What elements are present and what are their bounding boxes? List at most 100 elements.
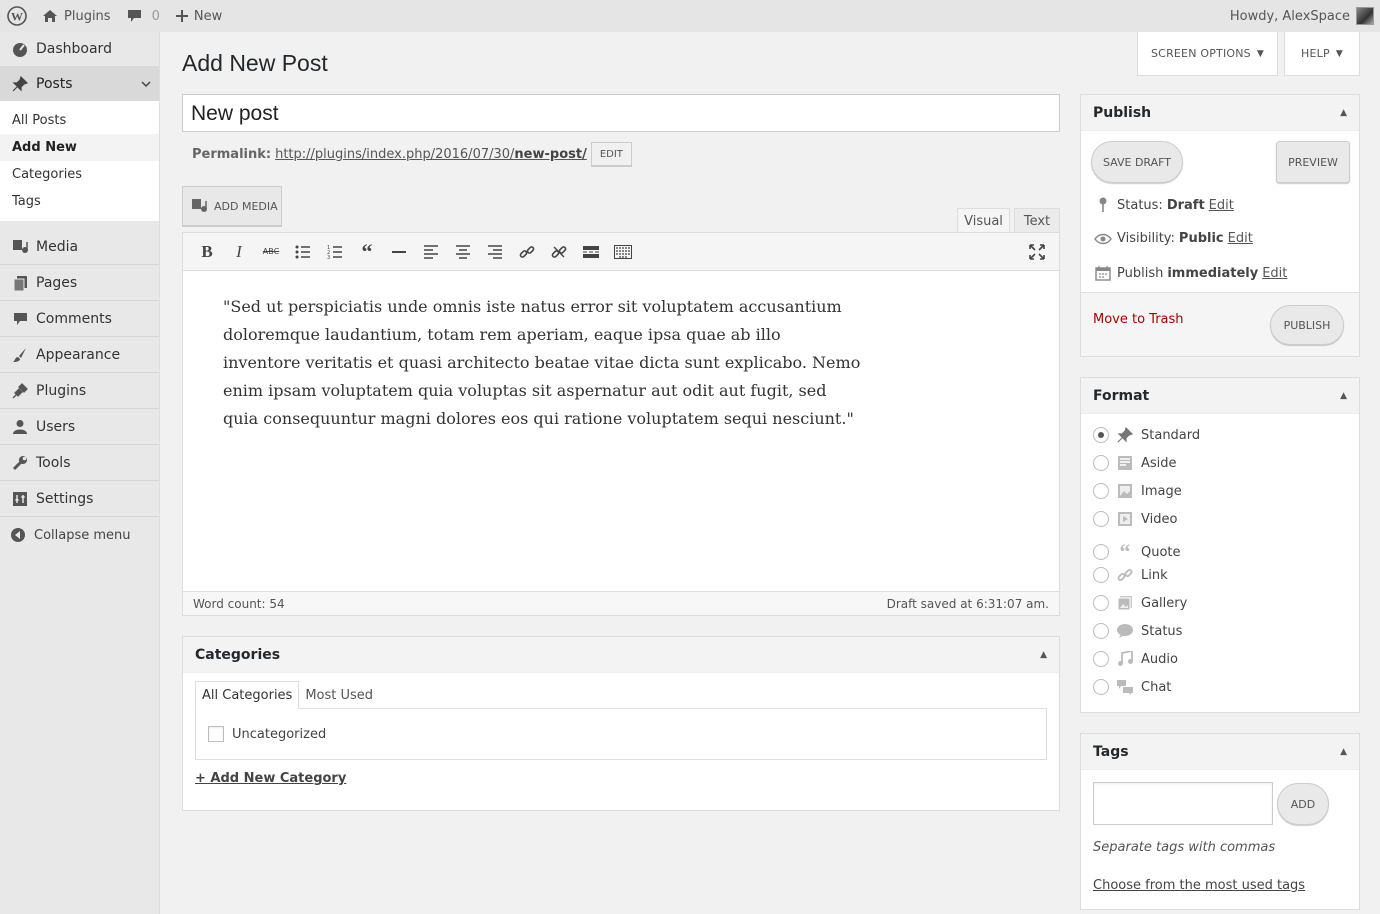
wordpress-logo-icon[interactable]: W: [0, 0, 34, 32]
format-radio[interactable]: [1093, 567, 1109, 583]
tag-cloud-link[interactable]: Choose from the most used tags: [1093, 878, 1305, 893]
horizontal-line-icon[interactable]: [383, 237, 415, 267]
add-media-button[interactable]: ADD MEDIA: [182, 186, 282, 226]
post-editor: B I ABC 123 “ "Sed ut perspiciatis unde …: [182, 232, 1060, 616]
submenu-categories[interactable]: Categories: [0, 161, 159, 188]
calendar-icon: [1093, 265, 1113, 281]
tab-most-used[interactable]: Most Used: [299, 681, 379, 709]
format-option-chat[interactable]: Chat: [1093, 679, 1171, 695]
format-option-audio[interactable]: Audio: [1093, 651, 1178, 667]
menu-users[interactable]: Users: [0, 409, 159, 444]
status-label: Status:: [1117, 197, 1163, 213]
submenu-add-new[interactable]: Add New: [0, 134, 159, 161]
word-count: Word count: 54: [193, 596, 285, 611]
menu-appearance[interactable]: Appearance: [0, 337, 159, 372]
format-radio[interactable]: [1093, 679, 1109, 695]
edit-timestamp-link[interactable]: Edit: [1262, 266, 1287, 281]
comment-icon: [127, 9, 142, 23]
tab-text[interactable]: Text: [1014, 208, 1060, 233]
save-draft-button[interactable]: SAVE DRAFT: [1091, 141, 1183, 183]
preview-button[interactable]: PREVIEW: [1276, 141, 1350, 183]
tag-input[interactable]: [1093, 782, 1273, 825]
format-radio[interactable]: [1093, 455, 1109, 471]
edit-visibility-link[interactable]: Edit: [1228, 231, 1253, 246]
collapse-label: Collapse menu: [34, 527, 131, 543]
format-option-aside[interactable]: Aside: [1093, 455, 1177, 471]
caret-up-icon[interactable]: ▲: [1040, 650, 1047, 660]
unlink-icon[interactable]: [543, 237, 575, 267]
blockquote-icon[interactable]: “: [351, 237, 383, 267]
link-icon[interactable]: [511, 237, 543, 267]
eye-icon: [1093, 233, 1113, 245]
categories-header[interactable]: Categories ▲: [183, 637, 1059, 673]
bold-icon[interactable]: B: [191, 237, 223, 267]
menu-dashboard[interactable]: Dashboard: [0, 32, 159, 66]
tag-hint: Separate tags with commas: [1093, 840, 1276, 855]
format-option-video[interactable]: Video: [1093, 511, 1177, 527]
publish-button[interactable]: PUBLISH: [1270, 305, 1344, 345]
my-account[interactable]: Howdy, AlexSpace: [1222, 0, 1380, 32]
format-radio[interactable]: [1093, 651, 1109, 667]
site-name-link[interactable]: Plugins: [34, 0, 119, 32]
menu-posts[interactable]: Posts: [0, 66, 159, 101]
align-right-icon[interactable]: [479, 237, 511, 267]
screen-options-button[interactable]: SCREEN OPTIONS ▼: [1137, 32, 1278, 76]
comments-link[interactable]: 0: [119, 0, 168, 32]
caret-up-icon[interactable]: ▲: [1340, 108, 1347, 118]
menu-comments[interactable]: Comments: [0, 301, 159, 336]
new-content-link[interactable]: New: [168, 0, 230, 32]
format-option-image[interactable]: Image: [1093, 483, 1182, 499]
menu-pages[interactable]: Pages: [0, 265, 159, 300]
format-radio[interactable]: [1093, 511, 1109, 527]
submenu-tags[interactable]: Tags: [0, 188, 159, 215]
menu-media[interactable]: Media: [0, 229, 159, 264]
help-button[interactable]: HELP ▼: [1284, 32, 1360, 76]
post-title-input[interactable]: New post: [182, 94, 1060, 132]
format-header[interactable]: Format ▲: [1081, 378, 1359, 414]
publish-header[interactable]: Publish ▲: [1081, 95, 1359, 131]
fullscreen-icon[interactable]: [1021, 237, 1053, 267]
format-radio[interactable]: [1093, 544, 1109, 560]
numbered-list-icon[interactable]: 123: [319, 237, 351, 267]
edit-slug-button[interactable]: EDIT: [590, 142, 632, 166]
read-more-icon[interactable]: [575, 237, 607, 267]
bullet-list-icon[interactable]: [287, 237, 319, 267]
visibility-value: Public: [1178, 231, 1224, 246]
italic-icon[interactable]: I: [223, 237, 255, 267]
align-center-icon[interactable]: [447, 237, 479, 267]
format-radio[interactable]: [1093, 427, 1109, 443]
category-checkbox[interactable]: [208, 726, 224, 742]
edit-status-link[interactable]: Edit: [1209, 198, 1234, 213]
menu-plugins[interactable]: Plugins: [0, 373, 159, 408]
submenu-all-posts[interactable]: All Posts: [0, 107, 159, 134]
menu-tools[interactable]: Tools: [0, 445, 159, 480]
caret-up-icon[interactable]: ▲: [1340, 391, 1347, 401]
caret-up-icon[interactable]: ▲: [1340, 747, 1347, 757]
format-label: Standard: [1141, 427, 1201, 443]
tags-header[interactable]: Tags ▲: [1081, 734, 1359, 770]
strikethrough-icon[interactable]: ABC: [255, 237, 287, 267]
menu-label: Users: [36, 418, 76, 435]
format-option-gallery[interactable]: Gallery: [1093, 595, 1187, 611]
format-radio[interactable]: [1093, 483, 1109, 499]
format-box: Format ▲ Standard Aside Image Video “ Qu…: [1080, 377, 1360, 713]
format-option-status[interactable]: Status: [1093, 623, 1182, 639]
collapse-menu-button[interactable]: Collapse menu: [0, 517, 159, 553]
format-option-standard[interactable]: Standard: [1093, 427, 1200, 443]
add-tag-button[interactable]: ADD: [1277, 783, 1329, 825]
editor-content[interactable]: "Sed ut perspiciatis unde omnis iste nat…: [183, 271, 903, 455]
format-radio[interactable]: [1093, 623, 1109, 639]
toolbar-toggle-icon[interactable]: [607, 237, 639, 267]
menu-settings[interactable]: Settings: [0, 481, 159, 516]
format-radio[interactable]: [1093, 595, 1109, 611]
add-new-category-link[interactable]: + Add New Category: [195, 771, 346, 786]
screen-options-label: SCREEN OPTIONS: [1151, 47, 1251, 60]
align-left-icon[interactable]: [415, 237, 447, 267]
tab-all-categories[interactable]: All Categories: [195, 681, 300, 709]
tab-visual[interactable]: Visual: [957, 208, 1010, 233]
format-option-quote[interactable]: “ Quote: [1093, 539, 1181, 565]
format-option-link[interactable]: Link: [1093, 567, 1168, 583]
format-label: Link: [1141, 567, 1168, 583]
move-to-trash-link[interactable]: Move to Trash: [1093, 312, 1184, 327]
permalink-link[interactable]: http://plugins/index.php/2016/07/30/new-…: [275, 147, 587, 162]
